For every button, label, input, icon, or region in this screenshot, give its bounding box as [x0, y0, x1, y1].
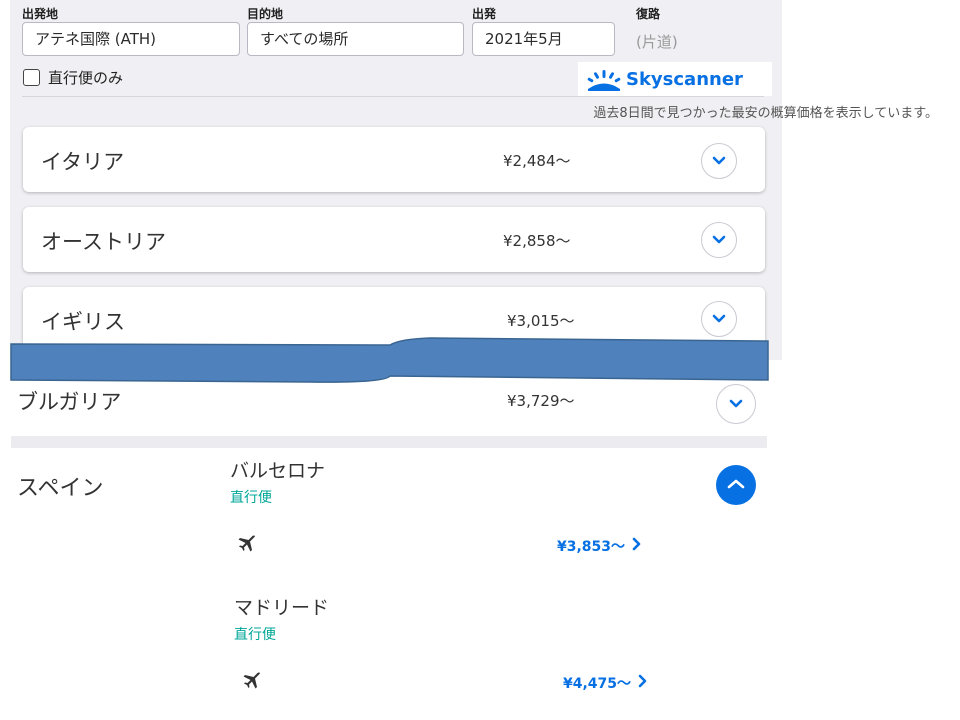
chevron-right-icon[interactable] [632, 537, 642, 551]
return-date-field[interactable]: (片道) [636, 31, 678, 52]
direct-only-label: 直行便のみ [48, 69, 124, 87]
expand-button[interactable] [701, 143, 737, 179]
origin-label: 出発地 [22, 7, 59, 21]
result-card-austria[interactable]: オーストリア ¥2,858～ [23, 207, 765, 272]
country-name: イギリス [41, 310, 125, 334]
direct-flight-badge: 直行便 [234, 627, 276, 643]
country-price: ¥3,015～ [507, 312, 575, 330]
return-label: 復路 [636, 7, 661, 21]
city-name-madrid[interactable]: マドリード [234, 593, 329, 620]
result-card-bulgaria[interactable]: ブルガリア ¥3,729～ [11, 384, 767, 436]
airplane-icon [243, 672, 260, 689]
country-price: ¥2,858～ [503, 232, 571, 250]
origin-field[interactable]: アテネ国際 (ATH) [22, 22, 240, 56]
chevron-down-icon [712, 156, 726, 165]
flight-price[interactable]: ¥3,853～ [557, 536, 625, 556]
country-name: イタリア [41, 150, 125, 174]
expand-button[interactable] [701, 222, 737, 258]
skyscanner-logo: Skyscanner [578, 62, 772, 96]
flight-price[interactable]: ¥4,475～ [563, 673, 631, 693]
collapse-button[interactable] [716, 465, 756, 505]
expand-button[interactable] [716, 384, 756, 424]
direct-only-checkbox[interactable] [23, 69, 40, 86]
chevron-down-icon [712, 314, 726, 323]
country-price: ¥2,484～ [503, 152, 571, 170]
chevron-down-icon [729, 399, 743, 408]
country-name: オーストリア [41, 230, 166, 254]
country-price: ¥3,729～ [507, 392, 575, 410]
chevron-right-icon[interactable] [638, 674, 648, 688]
expand-button[interactable] [701, 301, 737, 337]
sunrise-icon [587, 70, 621, 91]
depart-date-field[interactable]: 2021年5月 [472, 22, 615, 56]
torn-ribbon-overlay [10, 337, 769, 383]
country-name-spain: スペイン [17, 476, 104, 501]
price-note: 過去8日間で見つかった最安の概算価格を表示しています。 [593, 106, 938, 121]
chevron-down-icon [712, 235, 726, 244]
brand-name: Skyscanner [626, 69, 743, 90]
chevron-up-icon [727, 479, 745, 489]
destination-label: 目的地 [247, 7, 284, 21]
section-separator [11, 436, 767, 448]
destination-field[interactable]: すべての場所 [247, 22, 464, 56]
airplane-icon [238, 535, 255, 552]
direct-flight-badge: 直行便 [230, 490, 272, 506]
depart-label: 出発 [472, 7, 497, 21]
city-name-barcelona[interactable]: バルセロナ [230, 456, 325, 483]
divider [22, 96, 764, 97]
country-name: ブルガリア [17, 390, 122, 414]
result-card-italy[interactable]: イタリア ¥2,484～ [23, 127, 765, 192]
